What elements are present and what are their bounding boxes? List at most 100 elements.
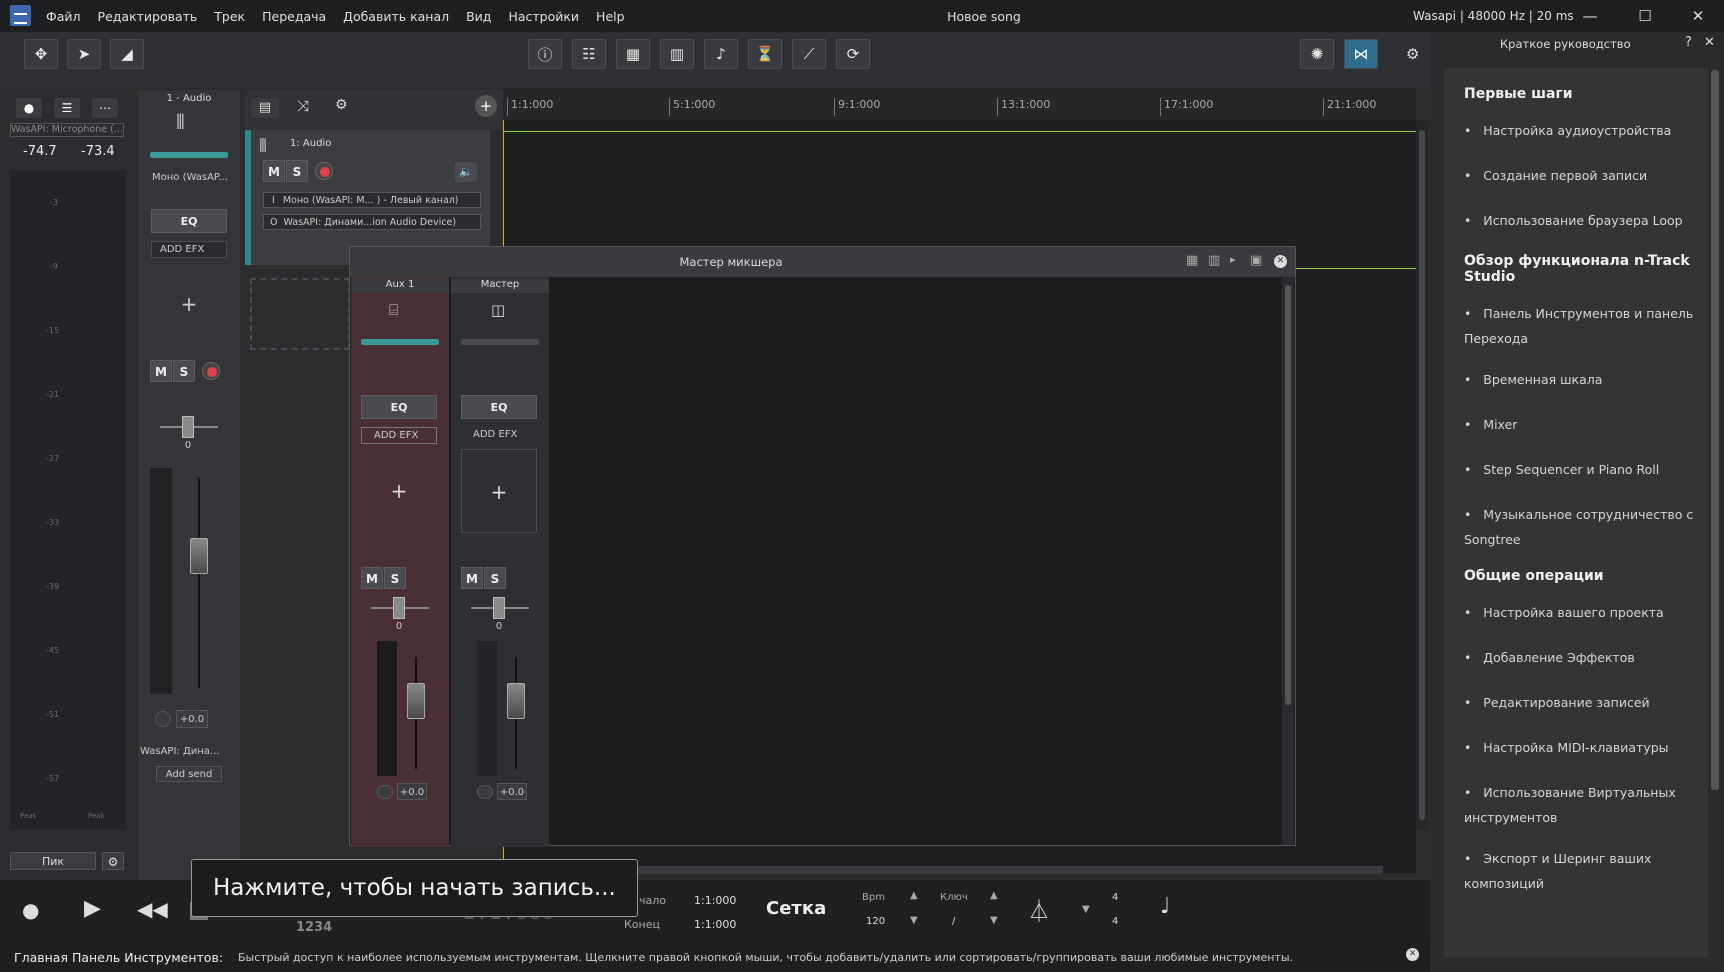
tempo-icon[interactable]: ♩ [1160, 894, 1170, 919]
guide-scrollbar[interactable] [1708, 56, 1722, 956]
bpm-value[interactable]: 120 [866, 916, 885, 927]
master-add-effect-slot[interactable]: + [461, 449, 537, 533]
mixer-title-bar[interactable]: Мастер микшера ▦ ▥ ▸ ▣ ✕ [350, 247, 1295, 277]
master-solo-button[interactable]: S [484, 567, 506, 589]
aux-solo-button[interactable]: S [384, 567, 406, 589]
master-add-efx-button[interactable]: ADD EFX [461, 427, 537, 444]
channel-fader-track[interactable] [198, 478, 200, 688]
guide-scrollbar-thumb[interactable] [1711, 70, 1719, 790]
guide-link[interactable]: • Временная шкала [1464, 367, 1699, 392]
record-transport-icon[interactable]: ● [22, 898, 39, 922]
channel-fader-knob[interactable] [190, 538, 208, 574]
key-up-icon[interactable]: ▲ [990, 890, 998, 901]
time-signature-top[interactable]: 4 [1112, 892, 1118, 903]
end-value[interactable]: 1:1:000 [694, 918, 736, 931]
pointer-tool-icon[interactable]: ➤ [67, 39, 101, 69]
master-phase-icon[interactable] [477, 785, 493, 799]
guide-link[interactable]: • Использование Виртуальных инструментов [1464, 780, 1699, 830]
mixer-icon[interactable]: ☷ [572, 39, 606, 69]
mixer-grid-icon[interactable]: ▦ [1186, 253, 1198, 268]
track-list-menu-icon[interactable]: ▤ [251, 98, 279, 118]
aux-phase-icon[interactable] [377, 785, 393, 799]
channel-input[interactable]: Моно (WasAP... [152, 172, 228, 183]
guide-link[interactable]: • Редактирование записей [1464, 690, 1699, 715]
menu-transport[interactable]: Передача [262, 9, 326, 24]
close-button[interactable]: ✕ [1678, 4, 1718, 28]
guide-link[interactable]: • Добавление Эффектов [1464, 645, 1699, 670]
master-strip-name[interactable]: Мастер [451, 279, 549, 293]
list-icon[interactable]: ☰ [54, 98, 80, 118]
aux-strip-name[interactable]: Aux 1 [351, 279, 449, 293]
track-speaker-icon[interactable]: 🔈 [455, 162, 477, 182]
add-send-button[interactable]: Add send [156, 766, 222, 782]
toolbar-settings-icon[interactable]: ⚙ [1406, 45, 1419, 63]
metronome-icon[interactable]: ⏳ [748, 39, 782, 69]
channel-mute-button[interactable]: M [150, 360, 172, 382]
piano-roll-icon[interactable]: ▥ [660, 39, 694, 69]
channel-record-button[interactable] [202, 362, 220, 380]
status-close-icon[interactable]: ✕ [1406, 948, 1419, 961]
menu-edit[interactable]: Редактировать [98, 9, 198, 24]
maximize-button[interactable]: ☐ [1625, 4, 1665, 28]
aux-add-efx-button[interactable]: ADD EFX [361, 427, 437, 444]
mixer-close-icon[interactable]: ✕ [1274, 255, 1287, 268]
channel-eq-button[interactable]: EQ [151, 209, 227, 233]
guitar-icon[interactable]: ⟋ [792, 39, 826, 69]
share-icon[interactable]: ⋈ [1344, 39, 1378, 69]
mixer-columns-icon[interactable]: ▥ [1208, 253, 1220, 268]
record-dot-icon[interactable]: ● [16, 98, 42, 118]
guide-link[interactable]: • Настройка аудиоустройства [1464, 118, 1699, 143]
peak-mode-selector[interactable]: Пик [10, 852, 96, 870]
bpm-down-icon[interactable]: ▼ [910, 915, 918, 926]
step-sequencer-icon[interactable]: ▦ [616, 39, 650, 69]
time-ruler[interactable] [503, 88, 1416, 120]
track-settings-icon[interactable]: ⚙ [335, 97, 348, 113]
help-icon[interactable]: ? [1685, 35, 1692, 50]
guide-link[interactable]: • Mixer [1464, 412, 1699, 437]
mixer-scrollbar[interactable] [1282, 277, 1294, 845]
master-fader-knob[interactable] [507, 683, 525, 719]
empty-track-slot[interactable] [250, 278, 350, 350]
track-mute-button[interactable]: M [263, 160, 285, 182]
channel-add-effect-slot[interactable]: + [151, 264, 227, 344]
input-device-selector[interactable]: WasAPI: Microphone (... [10, 123, 124, 137]
guide-link[interactable]: • Панель Инструментов и панель Перехода [1464, 301, 1699, 351]
bpm-up-icon[interactable]: ▲ [910, 890, 918, 901]
routing-icon[interactable]: ⤨ [297, 97, 309, 115]
mixer-scrollbar-thumb[interactable] [1285, 285, 1291, 705]
channel-phase-icon[interactable] [155, 711, 171, 727]
track-solo-button[interactable]: S [286, 160, 308, 182]
track-output-selector[interactable]: O WasAPI: Динами...ion Audio Device) [263, 214, 481, 230]
channel-pan-knob[interactable] [182, 416, 194, 438]
minimize-button[interactable]: — [1570, 4, 1610, 28]
time-signature-bottom[interactable]: 4 [1112, 916, 1118, 927]
metronome-transport-icon[interactable]: ⏃ [1028, 894, 1050, 926]
volume-envelope-icon[interactable]: ◢ [110, 39, 144, 69]
master-pan-knob[interactable] [493, 597, 505, 619]
track-input-selector[interactable]: I Моно (WasAPI: M... ) - Левый канал) [263, 192, 481, 208]
aux-eq-button[interactable]: EQ [361, 395, 437, 419]
track-header[interactable]: ⦀ 1: Audio M S 🔈 I Моно (WasAPI: M... ) -… [245, 130, 490, 265]
aux-pan-knob[interactable] [393, 597, 405, 619]
channel-output[interactable]: WasAPI: Дина... [140, 746, 219, 757]
menu-file[interactable]: Файл [46, 9, 81, 24]
timeline-vscroll[interactable] [1416, 120, 1428, 830]
guide-link[interactable]: • Музыкальное сотрудничество с Songtree [1464, 502, 1699, 552]
menu-help[interactable]: Help [596, 9, 625, 24]
guide-link[interactable]: • Использование браузера Loop [1464, 208, 1699, 233]
key-down-icon[interactable]: ▼ [990, 915, 998, 926]
menu-settings[interactable]: Настройки [508, 9, 579, 24]
more-icon[interactable]: ⋯ [92, 98, 118, 118]
guide-link[interactable]: • Настройка MIDI-клавиатуры [1464, 735, 1699, 760]
key-value[interactable]: / [952, 916, 955, 927]
loop-icon[interactable]: ⟳ [836, 39, 870, 69]
track-record-button[interactable] [315, 162, 333, 180]
channel-solo-button[interactable]: S [173, 360, 195, 382]
rewind-icon[interactable]: ◀◀ [137, 897, 168, 921]
master-mute-button[interactable]: M [461, 567, 483, 589]
mixer-maximize-icon[interactable]: ▣ [1250, 253, 1262, 268]
mixer-expand-icon[interactable]: ▸ [1230, 253, 1236, 266]
info-icon[interactable]: ⓘ [528, 39, 562, 69]
channel-gain-value[interactable]: +0.0 [176, 710, 208, 728]
menu-track[interactable]: Трек [214, 9, 245, 24]
